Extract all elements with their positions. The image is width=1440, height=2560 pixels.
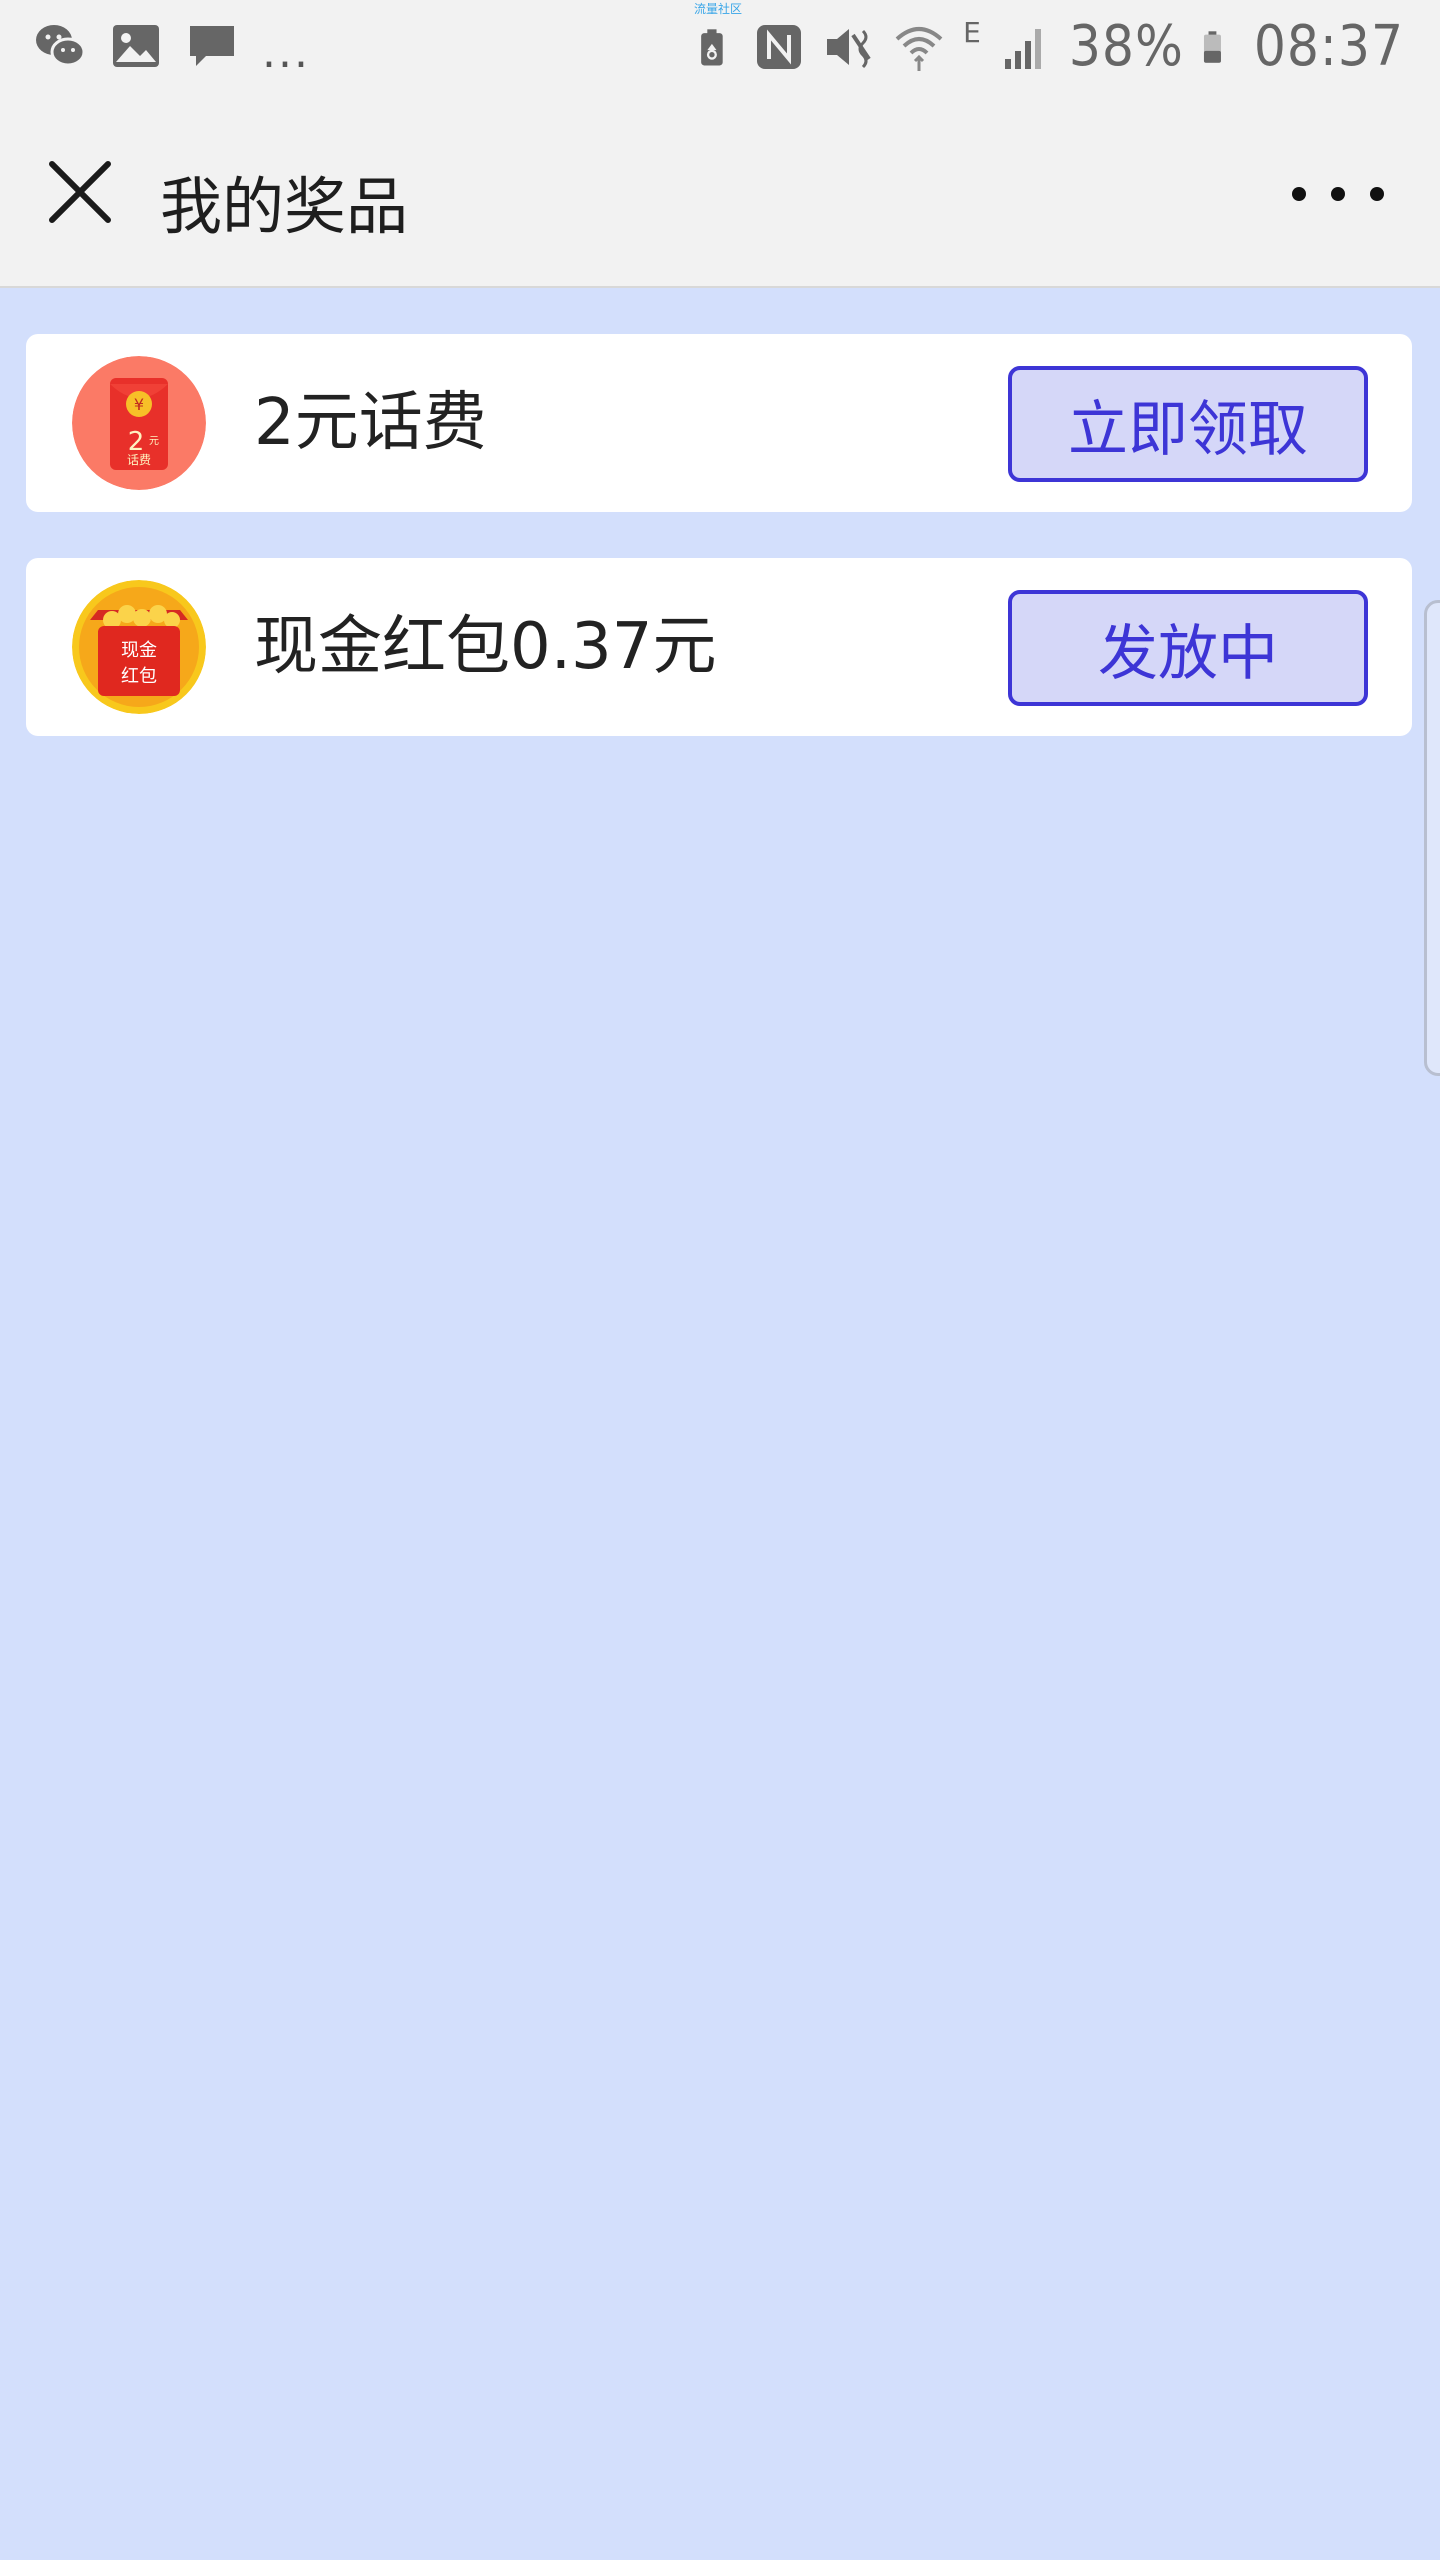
battery-percent: 38% <box>1068 14 1184 79</box>
signal-icon <box>1004 28 1041 69</box>
more-dot <box>1292 187 1306 201</box>
message-icon <box>190 26 234 66</box>
wechat-icon <box>36 25 86 67</box>
close-icon[interactable] <box>44 156 116 228</box>
distributing-button[interactable]: 发放中 <box>1008 590 1368 706</box>
more-dot <box>1331 187 1345 201</box>
scroll-handle[interactable] <box>1424 600 1440 1076</box>
title-bar: 我的奖品 <box>0 100 1440 288</box>
more-dot <box>1370 187 1384 201</box>
prize-name: 2元话费 <box>254 386 487 460</box>
status-bar: 流量社区 ... E 38% 08:37 <box>0 0 1440 100</box>
icon-line-1: 现金 <box>121 640 157 661</box>
page-title: 我的奖品 <box>160 170 409 243</box>
icon-line-2: 红包 <box>121 666 157 687</box>
icon-yuan-symbol: ¥ <box>134 395 144 414</box>
wifi-icon <box>895 26 943 71</box>
prize-name: 现金红包0.37元 <box>254 610 717 684</box>
prize-card: ¥ 2 元 话费 2元话费 立即领取 <box>26 334 1412 512</box>
mute-icon <box>827 28 871 68</box>
cash-red-packet-icon: 现金 红包 <box>72 580 206 714</box>
icon-caption: 话费 <box>127 453 151 467</box>
network-type-label: E <box>963 16 981 49</box>
status-left-icons: ... <box>34 20 310 78</box>
prize-card: 现金 红包 现金红包0.37元 发放中 <box>26 558 1412 736</box>
clock: 08:37 <box>1253 14 1404 79</box>
nfc-icon <box>757 24 802 69</box>
battery-icon <box>1203 30 1221 63</box>
red-packet-phone-credit-icon: ¥ 2 元 话费 <box>72 356 206 490</box>
claim-now-button[interactable]: 立即领取 <box>1008 366 1368 482</box>
more-icon[interactable] <box>1292 180 1384 208</box>
image-icon <box>113 25 159 67</box>
status-overflow: ... <box>262 26 310 78</box>
status-right-icons: E 38% 08:37 <box>695 14 1404 79</box>
battery-saver-icon <box>701 28 723 65</box>
icon-unit: 元 <box>149 436 159 447</box>
